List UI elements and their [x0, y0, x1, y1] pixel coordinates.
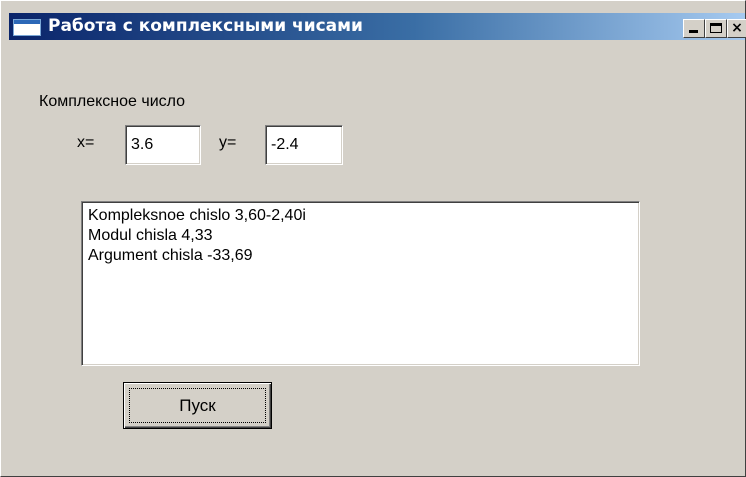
- window-icon: [13, 19, 41, 36]
- result-line-argument: Argument chisla -33,69: [88, 247, 253, 264]
- y-label: y=: [219, 134, 237, 151]
- run-button[interactable]: Пуск: [123, 382, 272, 429]
- main-window: Работа с комплексными чисами × Комплексн…: [0, 0, 746, 477]
- window-title: Работа с комплексными чисами: [48, 16, 363, 36]
- maximize-icon: [710, 23, 722, 33]
- maximize-button[interactable]: [705, 19, 727, 38]
- x-label: x=: [77, 134, 95, 151]
- x-input[interactable]: 3.6: [125, 125, 201, 165]
- minimize-icon: [689, 30, 698, 33]
- focus-rectangle: [129, 388, 266, 423]
- y-input[interactable]: -2.4: [265, 125, 343, 165]
- result-memo[interactable]: Kompleksnoe chislo 3,60-2,40i Modul chis…: [81, 201, 640, 366]
- close-button[interactable]: ×: [727, 19, 746, 38]
- title-bar[interactable]: Работа с комплексными чисами ×: [9, 13, 746, 40]
- result-line-modulus: Modul chisla 4,33: [88, 227, 213, 244]
- complex-number-label: Комплексное число: [39, 93, 186, 110]
- close-icon: ×: [731, 20, 743, 36]
- result-line-complex: Kompleksnoe chislo 3,60-2,40i: [88, 207, 306, 224]
- minimize-button[interactable]: [683, 19, 705, 38]
